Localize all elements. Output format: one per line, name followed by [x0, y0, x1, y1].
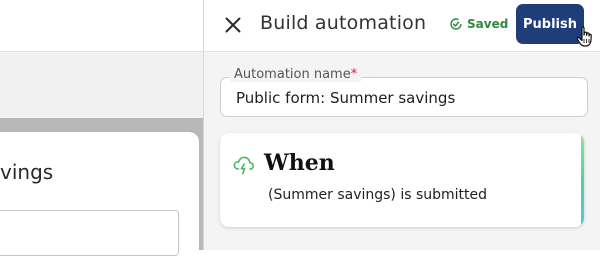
panel-header: Build automation Saved Publish [204, 0, 600, 52]
trigger-card[interactable]: When (Summer savings) is submitted [220, 133, 584, 227]
panel-title: Build automation [260, 12, 427, 34]
trigger-description: (Summer savings) is submitted [268, 187, 488, 203]
trigger-card-accent [581, 133, 584, 227]
automation-panel: Build automation Saved Publish Automatio… [204, 0, 600, 250]
publish-button[interactable]: Publish [516, 4, 584, 44]
close-button[interactable] [220, 12, 246, 38]
automation-name-label: Automation name* [230, 67, 362, 82]
trigger-heading: When [264, 150, 335, 176]
cloud-lightning-icon [233, 156, 255, 175]
background-card-title: vings [0, 160, 54, 184]
saved-label: Saved [467, 17, 509, 31]
automation-name-value[interactable]: Public form: Summer savings [236, 89, 455, 107]
required-marker: * [350, 67, 358, 82]
close-icon [225, 17, 241, 33]
check-circle-icon [450, 18, 462, 30]
saved-status: Saved [450, 17, 508, 31]
background-header [0, 0, 203, 52]
automation-name-label-text: Automation name [234, 67, 351, 82]
background-input[interactable] [0, 210, 179, 256]
hand-pointer-cursor-icon [576, 26, 592, 47]
background-page: vings [0, 0, 203, 256]
